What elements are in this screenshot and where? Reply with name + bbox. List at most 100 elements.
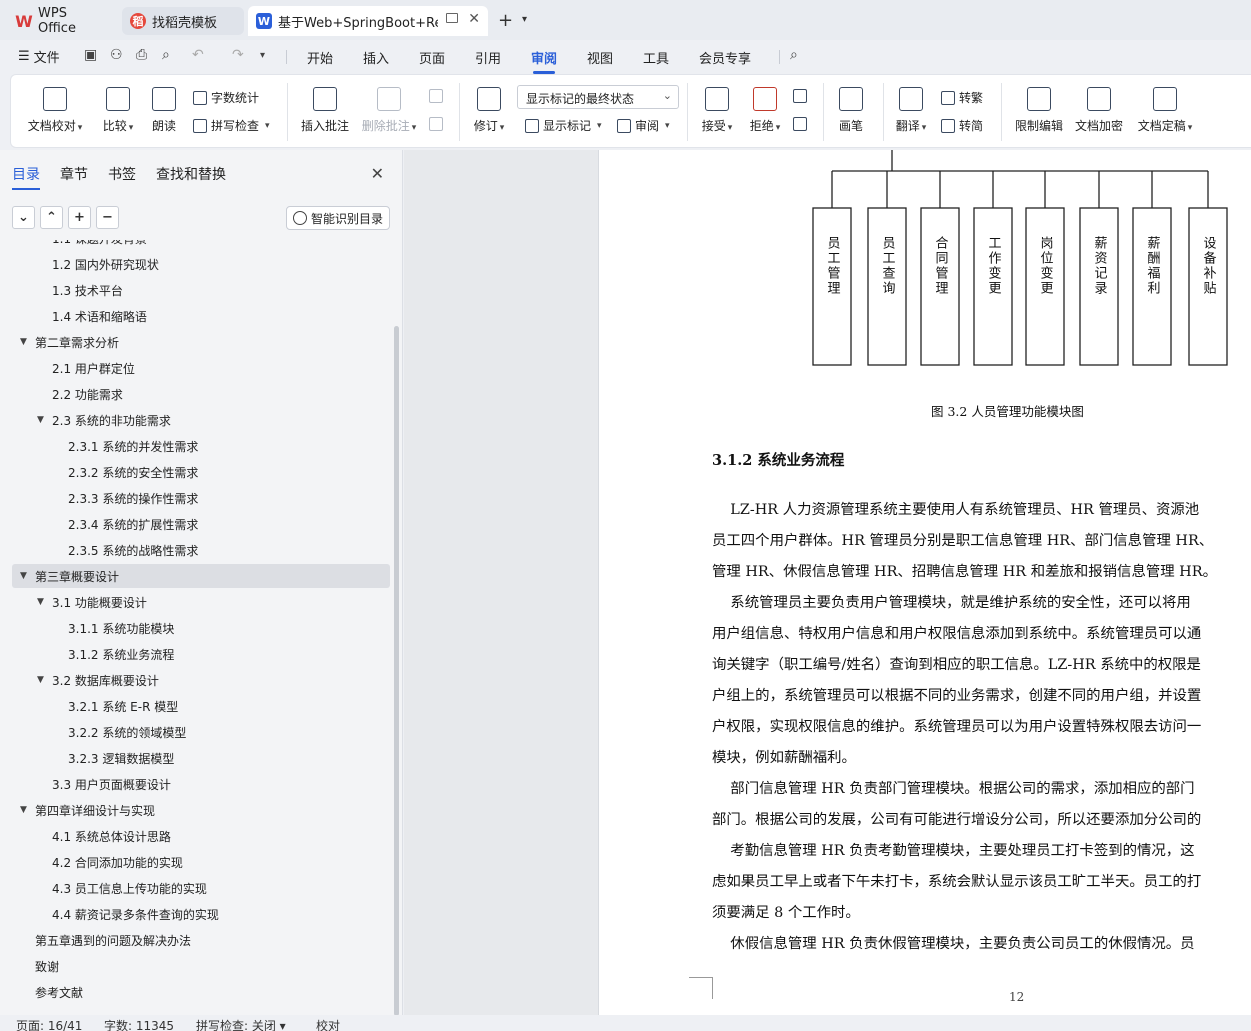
pen-button[interactable]: 画笔	[833, 87, 869, 134]
expand-triangle-icon[interactable]: ▼	[20, 337, 32, 347]
toc-item[interactable]: 4.2 合同添加功能的实现	[12, 850, 390, 874]
markup-display-select[interactable]: 显示标记的最终状态 ⌄	[517, 85, 679, 109]
next-change-button[interactable]	[793, 117, 807, 131]
tab-bookmarks[interactable]: 书签	[108, 164, 136, 184]
toc-item[interactable]: 3.2.3 逻辑数据模型	[12, 746, 390, 770]
remove-heading-icon[interactable]: −	[96, 206, 119, 229]
toc-item[interactable]: 致谢	[12, 954, 390, 978]
tab-wps-office[interactable]: W WPS Office	[8, 6, 116, 36]
expand-down-icon[interactable]: ⌄	[12, 206, 35, 229]
tab-toc[interactable]: 目录	[12, 164, 40, 190]
monitor-icon[interactable]	[446, 13, 458, 23]
to-traditional-button[interactable]: 转繁	[941, 89, 983, 106]
search-icon[interactable]: ⌕	[790, 47, 798, 63]
toc-item[interactable]: 2.2 功能需求	[12, 382, 390, 406]
save-icon[interactable]: ▣	[84, 47, 97, 63]
toc-item[interactable]: 2.3.5 系统的战略性需求	[12, 538, 390, 562]
menu-review[interactable]: 审阅	[531, 48, 557, 74]
menu-start[interactable]: 开始	[307, 48, 333, 67]
document-page[interactable]: 员工管理 员工查询 合同管理 工作变更 岗位变更 薪资记录 薪酬福利 设备补贴 图 3.2 人…	[598, 150, 1251, 1015]
revise-button[interactable]: 修订 ▾	[469, 87, 509, 134]
restrict-edit-button[interactable]: 限制编辑	[1013, 87, 1065, 134]
delete-comment-button[interactable]: 删除批注 ▾	[359, 87, 419, 134]
accept-button[interactable]: 接受 ▾	[697, 87, 737, 134]
spell-check-button[interactable]: 拼写检查 ▾	[193, 117, 270, 134]
word-count-indicator[interactable]: 字数: 11345	[104, 1017, 174, 1031]
toc-item[interactable]: ▼ 3.2 数据库概要设计	[12, 668, 390, 692]
toc-item[interactable]: 4.1 系统总体设计思路	[12, 824, 390, 848]
smart-toc-button[interactable]: 智能识别目录	[286, 206, 390, 230]
proofread-indicator[interactable]: 校对	[316, 1017, 340, 1031]
review-pane-button[interactable]: 审阅 ▾	[617, 117, 670, 134]
toc-item[interactable]: ▼ 2.3 系统的非功能需求	[12, 408, 390, 432]
toc-item[interactable]: ▼ 第三章概要设计	[12, 564, 390, 588]
file-menu-button[interactable]: ☰ 文件	[18, 47, 60, 66]
tab-daoke-templates[interactable]: 稻 找稻壳模板	[122, 7, 244, 35]
print-icon[interactable]: ⎙	[136, 47, 147, 63]
menu-view[interactable]: 视图	[587, 48, 613, 67]
toc-item[interactable]: 1.3 技术平台	[12, 278, 390, 302]
tab-find-replace[interactable]: 查找和替换	[156, 164, 226, 184]
doc-check-button[interactable]: 文档校对 ▾	[25, 87, 85, 134]
toc-item[interactable]: 2.3.1 系统的并发性需求	[12, 434, 390, 458]
toc-item[interactable]: 1.1 课题开发背景	[12, 240, 390, 250]
toc-item[interactable]: ▼ 第二章需求分析	[12, 330, 390, 354]
print-preview-icon[interactable]: ⌕	[162, 47, 170, 63]
toc-item[interactable]: 3.1.2 系统业务流程	[12, 642, 390, 666]
toc-item[interactable]: ▼ 第四章详细设计与实现	[12, 798, 390, 822]
toc-item[interactable]: 第五章遇到的问题及解决办法	[12, 928, 390, 952]
add-heading-icon[interactable]: +	[68, 206, 91, 229]
chevron-down-icon[interactable]: ▾	[522, 14, 527, 25]
chevron-down-icon[interactable]: ▾	[260, 50, 265, 61]
reject-button[interactable]: 拒绝 ▾	[745, 87, 785, 134]
tab-current-document[interactable]: W 基于Web+SpringBoot+React ✕	[248, 6, 488, 36]
menu-tools[interactable]: 工具	[643, 48, 669, 67]
toc-item[interactable]: 3.1.1 系统功能模块	[12, 616, 390, 640]
word-count-button[interactable]: 字数统计	[193, 89, 259, 106]
menu-reference[interactable]: 引用	[475, 48, 501, 67]
expand-triangle-icon[interactable]: ▼	[20, 805, 32, 815]
toc-item[interactable]: 2.1 用户群定位	[12, 356, 390, 380]
expand-triangle-icon[interactable]: ▼	[37, 415, 49, 425]
previous-change-button[interactable]	[793, 89, 807, 103]
show-markup-button[interactable]: 显示标记 ▾	[525, 117, 602, 134]
read-aloud-button[interactable]: 朗读	[147, 87, 181, 134]
close-icon[interactable]: ✕	[371, 164, 384, 183]
encrypt-button[interactable]: 文档加密	[1073, 87, 1125, 134]
compare-button[interactable]: 比较 ▾	[95, 87, 141, 134]
toc-item[interactable]: 1.2 国内外研究现状	[12, 252, 390, 276]
finalize-button[interactable]: 文档定稿 ▾	[1133, 87, 1197, 134]
menu-page[interactable]: 页面	[419, 48, 445, 67]
toc-item[interactable]: 4.3 员工信息上传功能的实现	[12, 876, 390, 900]
sidebar-scrollbar[interactable]	[394, 326, 399, 1016]
expand-triangle-icon[interactable]: ▼	[37, 597, 49, 607]
insert-comment-button[interactable]: 插入批注	[299, 87, 351, 134]
next-comment-button[interactable]	[429, 117, 443, 131]
translate-button[interactable]: 翻译 ▾	[891, 87, 931, 134]
to-simplified-button[interactable]: 转简	[941, 117, 983, 134]
toc-item[interactable]: ▼ 3.1 功能概要设计	[12, 590, 390, 614]
new-tab-plus-icon[interactable]: +	[498, 10, 513, 31]
redo-icon[interactable]: ↷	[232, 47, 244, 63]
close-tab-icon[interactable]: ✕	[468, 11, 480, 27]
tab-chapters[interactable]: 章节	[60, 164, 88, 184]
page-indicator[interactable]: 页面: 16/41	[16, 1017, 82, 1031]
menu-membership[interactable]: 会员专享	[699, 48, 751, 67]
previous-comment-button[interactable]	[429, 89, 443, 103]
toc-item[interactable]: 2.3.4 系统的扩展性需求	[12, 512, 390, 536]
undo-icon[interactable]: ↶	[192, 47, 204, 63]
toc-item[interactable]: 4.4 薪资记录多条件查询的实现	[12, 902, 390, 926]
collapse-up-icon[interactable]: ⌃	[40, 206, 63, 229]
expand-triangle-icon[interactable]: ▼	[20, 571, 32, 581]
toc-item[interactable]: 参考文献	[12, 980, 390, 1004]
toc-item[interactable]: 3.2.2 系统的领域模型	[12, 720, 390, 744]
toc-item[interactable]: 1.4 术语和缩略语	[12, 304, 390, 328]
share-icon[interactable]: ⚇	[110, 47, 123, 63]
toc-item[interactable]: 2.3.2 系统的安全性需求	[12, 460, 390, 484]
spell-check-indicator[interactable]: 拼写检查: 关闭 ▾	[196, 1017, 286, 1031]
toc-item[interactable]: 3.2.1 系统 E-R 模型	[12, 694, 390, 718]
toc-item[interactable]: 3.3 用户页面概要设计	[12, 772, 390, 796]
toc-item[interactable]: 2.3.3 系统的操作性需求	[12, 486, 390, 510]
expand-triangle-icon[interactable]: ▼	[37, 675, 49, 685]
menu-insert[interactable]: 插入	[363, 48, 389, 67]
